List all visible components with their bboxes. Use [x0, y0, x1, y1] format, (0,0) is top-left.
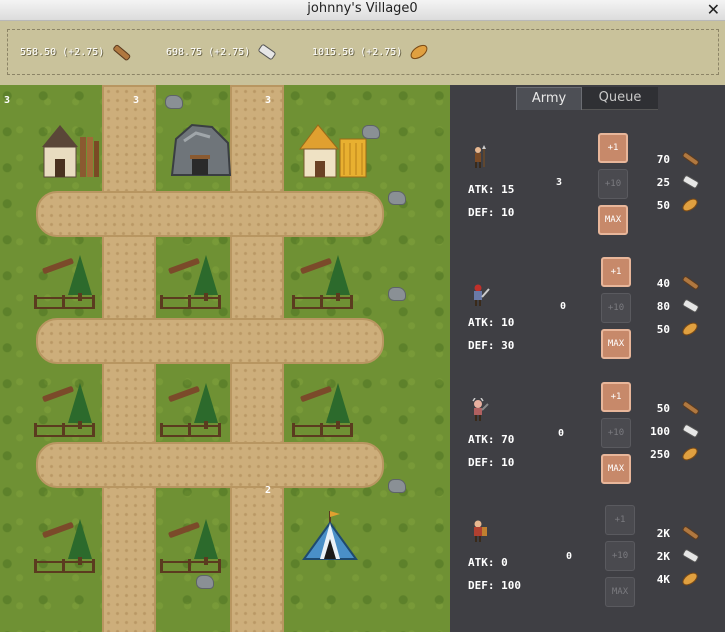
barracks-building[interactable]: [300, 509, 360, 569]
empty-plot[interactable]: [292, 253, 356, 309]
close-icon[interactable]: ✕: [707, 0, 720, 19]
quarry-icon: [170, 123, 232, 176]
train-plus1-button[interactable]: +1: [598, 133, 628, 163]
rock-decoration: [388, 479, 406, 493]
stone-cost: 2K: [656, 550, 670, 563]
rock-decoration: [388, 287, 406, 301]
unit-row-berserker: ATK: 70 DEF: 10 0 +1 +10 MAX 50 100 250: [450, 378, 725, 500]
rock-decoration: [388, 191, 406, 205]
wood-amount: 558.50 (+2.75): [20, 46, 105, 58]
wood-cost: 2K: [656, 527, 670, 540]
level-label-quarry: 3: [133, 95, 140, 106]
tab-army[interactable]: Army: [516, 87, 582, 110]
unit-count: 3: [556, 177, 563, 188]
window-titlebar: johnny's Village0 ✕: [0, 0, 725, 21]
army-panel: Army Queue ATK: 15 DEF: 10 3 +1 +10 MAX …: [450, 85, 725, 632]
tent-icon: [302, 511, 358, 560]
food-cost: 250: [650, 448, 670, 461]
unit-row-spearman: ATK: 15 DEF: 10 3 +1 +10 MAX 70 25 50: [450, 129, 725, 251]
lumber-mill-icon: [42, 125, 99, 178]
tab-queue[interactable]: Queue: [582, 87, 658, 110]
unit-def: DEF: 10: [468, 206, 515, 219]
wood-log-icon: [682, 401, 699, 415]
rock-decoration: [196, 575, 214, 589]
empty-plot[interactable]: [34, 253, 98, 309]
farm-icon: [299, 124, 367, 178]
rock-decoration: [362, 125, 380, 139]
unit-atk: ATK: 0: [468, 556, 508, 569]
quarry-building[interactable]: [166, 121, 234, 185]
stone-cost: 25: [656, 176, 670, 189]
stone-cost: 100: [650, 425, 670, 438]
stone-brick-icon: [682, 549, 699, 563]
unit-count: 0: [566, 551, 573, 562]
knight-icon: [474, 284, 490, 306]
bread-icon: [410, 44, 428, 60]
unit-row-knight: ATK: 10 DEF: 30 0 +1 +10 MAX 40 80 50: [450, 253, 725, 375]
wood-cost: 50: [656, 402, 670, 415]
stone-resource: 698.75 (+2.75): [166, 40, 278, 64]
train-plus10-button[interactable]: +10: [598, 169, 628, 199]
lumber-mill-building[interactable]: [38, 121, 102, 181]
unit-atk: ATK: 15: [468, 183, 515, 196]
wood-log-icon: [682, 152, 699, 166]
stone-amount: 698.75 (+2.75): [166, 46, 251, 58]
empty-plot[interactable]: [292, 381, 356, 437]
unit-row-guardian: ATK: 0 DEF: 100 0 +1 +10 MAX 2K 2K 4K: [450, 503, 725, 625]
unit-count: 0: [558, 428, 565, 439]
unit-def: DEF: 10: [468, 456, 515, 469]
resource-frame: 558.50 (+2.75) 698.75 (+2.75) 1015.50 (+…: [7, 29, 719, 75]
empty-plot[interactable]: [160, 517, 224, 573]
level-label-top-left: 3: [4, 95, 11, 106]
bread-icon: [682, 198, 698, 212]
wood-log-icon: [682, 276, 699, 290]
farm-building[interactable]: [298, 121, 370, 183]
panel-tabs: Army Queue: [516, 87, 658, 110]
guardian-icon: [474, 520, 487, 542]
unit-atk: ATK: 70: [468, 433, 515, 446]
level-label-barracks: 2: [265, 485, 272, 496]
rock-decoration: [165, 95, 183, 109]
road-horizontal-2: [36, 318, 384, 364]
wood-resource: 558.50 (+2.75): [20, 40, 132, 64]
village-map: 3 3 3 2: [0, 85, 450, 632]
wood-cost: 40: [656, 277, 670, 290]
train-max-button[interactable]: MAX: [598, 205, 628, 235]
wood-log-icon: [682, 526, 699, 540]
road-horizontal-1: [36, 191, 384, 237]
unit-def: DEF: 100: [468, 579, 521, 592]
empty-plot[interactable]: [34, 517, 98, 573]
wood-cost: 70: [656, 153, 670, 166]
bread-icon: [682, 572, 698, 586]
empty-plot[interactable]: [160, 253, 224, 309]
berserker-icon: [472, 398, 489, 421]
bread-icon: [682, 447, 698, 461]
food-amount: 1015.50 (+2.75): [312, 46, 403, 58]
food-resource: 1015.50 (+2.75): [312, 40, 430, 64]
window-title: johnny's Village0: [307, 1, 418, 16]
stone-brick-icon: [682, 424, 699, 438]
road-horizontal-3: [36, 442, 384, 488]
wood-log-icon: [113, 44, 131, 61]
level-label-farm: 3: [265, 95, 272, 106]
empty-plot[interactable]: [160, 381, 224, 437]
stone-cost: 80: [656, 300, 670, 313]
food-cost: 4K: [656, 573, 670, 586]
resource-bar: 558.50 (+2.75) 698.75 (+2.75) 1015.50 (+…: [0, 21, 725, 85]
stone-brick-icon: [682, 299, 699, 313]
stone-brick-icon: [258, 44, 276, 60]
empty-plot[interactable]: [34, 381, 98, 437]
food-cost: 50: [656, 199, 670, 212]
spearman-icon: [475, 145, 486, 168]
food-cost: 50: [656, 323, 670, 336]
stone-brick-icon: [682, 175, 699, 189]
unit-atk: ATK: 10: [468, 316, 515, 329]
unit-def: DEF: 30: [468, 339, 515, 352]
bread-icon: [682, 322, 698, 336]
unit-count: 0: [560, 301, 567, 312]
